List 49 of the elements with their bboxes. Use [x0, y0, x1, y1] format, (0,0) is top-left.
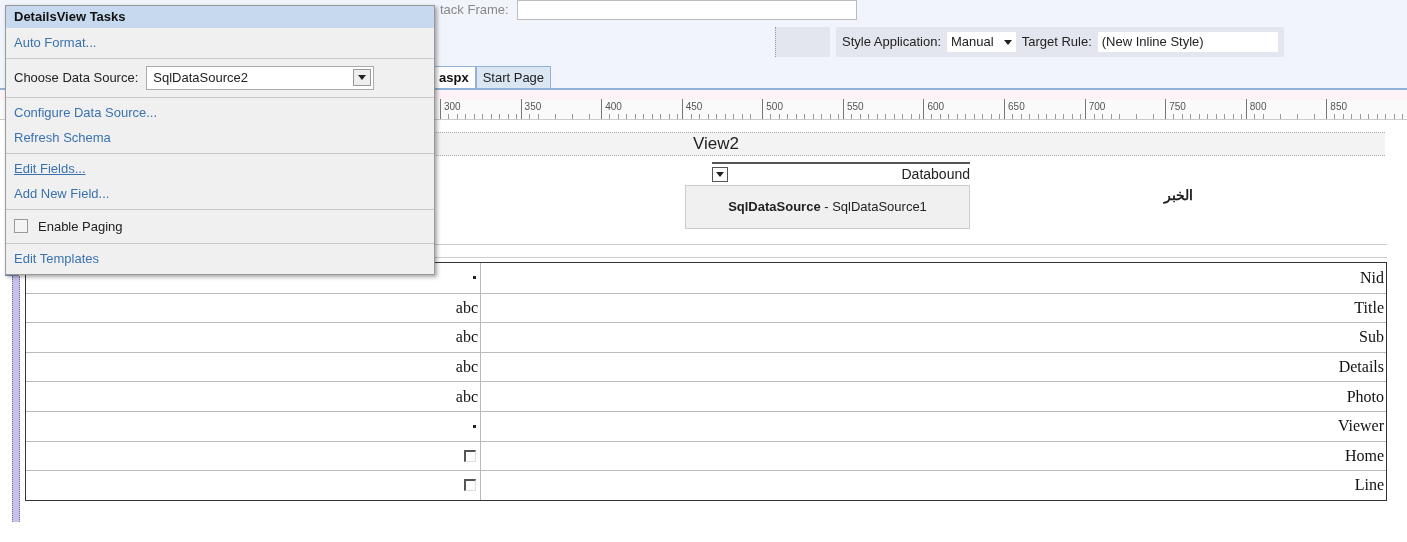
- document-tab[interactable]: aspx: [432, 66, 476, 88]
- style-application-label: Style Application:: [842, 33, 941, 52]
- field-name-cell-text: Photo: [1345, 386, 1385, 407]
- ruler-label: 550: [846, 100, 864, 114]
- dropdown-arrow-icon: [358, 75, 367, 80]
- target-rule-dropdown[interactable]: (New Inline Style): [1097, 32, 1278, 52]
- ruler-label: 700: [1088, 100, 1106, 114]
- dropdown-arrow-icon: [716, 172, 724, 177]
- style-application-dropdown[interactable]: Manual: [947, 32, 1016, 52]
- ruler-label: 750: [1169, 100, 1186, 114]
- ruler-label: 400: [605, 100, 622, 114]
- field-sample-value: abc: [455, 357, 478, 378]
- field-sample-value: abc: [455, 327, 478, 348]
- target-rule-label: Target Rule:: [1021, 33, 1092, 52]
- task-link[interactable]: Add New Field...: [6, 181, 118, 207]
- datasource-control: SqlDataSource - SqlDataSource1: [685, 185, 970, 229]
- toolbar-overflow-button[interactable]: [775, 27, 830, 57]
- field-name-cell-text: Details: [1337, 357, 1385, 378]
- task-link[interactable]: Edit Templates: [6, 246, 108, 272]
- dropdown-arrow-icon: [1003, 39, 1012, 45]
- ruler-label: 350: [524, 100, 542, 114]
- stack-frame-label: tack Frame:: [440, 1, 509, 20]
- task-link[interactable]: Auto Format...: [6, 30, 105, 56]
- field-name-cell-text: Home: [1343, 445, 1385, 466]
- choose-data-source-label: Choose Data Source:: [14, 68, 139, 87]
- ruler-label: 850: [1330, 100, 1348, 114]
- ruler-label: 300: [444, 100, 461, 114]
- document-tab[interactable]: Start Page: [475, 66, 552, 88]
- ruler-label: 600: [927, 100, 945, 114]
- ruler-label: 450: [685, 100, 703, 114]
- data-source-dropdown[interactable]: SqlDataSource2: [146, 65, 375, 90]
- ruler-label: 800: [1249, 100, 1267, 114]
- field-name-cell-text: Viewer: [1336, 416, 1385, 437]
- ruler-label: 500: [766, 100, 783, 114]
- enable-paging-checkbox[interactable]: Enable Paging: [6, 211, 434, 241]
- task-link[interactable]: Edit Fields...: [6, 155, 94, 181]
- view-title: View2: [692, 133, 739, 156]
- field-name-cell-text: Line: [1353, 475, 1385, 496]
- field-name-cell-text: Sub: [1358, 327, 1385, 348]
- field-name-cell-text: Title: [1353, 297, 1385, 318]
- task-link[interactable]: Configure Data Source...: [6, 99, 166, 125]
- popup-title: DetailsView Tasks: [6, 6, 434, 28]
- arabic-label: الخبر: [1164, 185, 1193, 206]
- field-sample-value: abc: [455, 386, 478, 407]
- task-link[interactable]: Refresh Schema: [6, 125, 119, 151]
- stack-frame-dropdown[interactable]: [516, 0, 857, 20]
- field-sample-value: abc: [455, 297, 478, 318]
- field-name-cell-text: Nid: [1359, 267, 1385, 288]
- ruler-label: 650: [1008, 100, 1025, 114]
